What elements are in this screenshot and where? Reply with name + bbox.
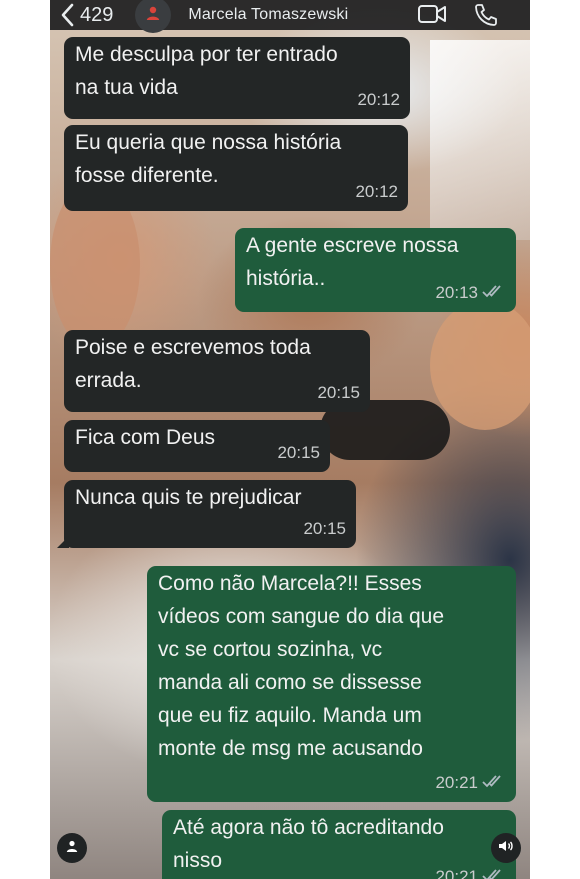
- message-time: 20:15: [317, 383, 360, 402]
- message-bubble-outgoing[interactable]: A gente escreve nossa história.. 20:13: [235, 228, 516, 312]
- chat-screen: 429 Marcela Tomaszewski Me desculpa por …: [50, 0, 530, 879]
- background-photo-highlight: [430, 40, 530, 240]
- avatar[interactable]: [135, 0, 172, 33]
- phone-call-icon[interactable]: [473, 3, 499, 32]
- message-time: 20:15: [303, 519, 346, 538]
- contact-name[interactable]: Marcela Tomaszewski: [188, 6, 348, 24]
- message-bubble-outgoing[interactable]: Até agora não tô acreditando nisso 20:21: [162, 810, 516, 879]
- profile-button[interactable]: [57, 833, 87, 863]
- person-icon: [145, 5, 161, 26]
- message-time: 20:15: [277, 443, 320, 462]
- message-bubble-incoming[interactable]: Me desculpa por ter entrado na tua vida …: [64, 37, 410, 119]
- video-call-icon[interactable]: [417, 3, 447, 30]
- message-time: 20:13: [435, 283, 478, 302]
- message-bubble-incoming[interactable]: Nunca quis te prejudicar 20:15: [57, 480, 356, 548]
- message-time: 20:21: [435, 773, 478, 792]
- message-text: Eu queria que nossa história fosse difer…: [75, 131, 342, 187]
- person-icon: [65, 839, 79, 858]
- message-bubble-incoming[interactable]: Eu queria que nossa história fosse difer…: [64, 125, 408, 211]
- message-bubble-outgoing[interactable]: Como não Marcela?!! Esses vídeos com san…: [147, 566, 516, 802]
- chevron-left-icon: [60, 3, 74, 27]
- message-bubble-incoming[interactable]: Poise e escrevemos toda errada. 20:15: [64, 330, 370, 412]
- double-check-read-icon: [478, 766, 506, 799]
- message-time: 20:12: [357, 90, 400, 109]
- back-button[interactable]: 429: [60, 3, 113, 27]
- message-text: Me desculpa por ter entrado na tua vida: [75, 43, 338, 99]
- message-time: 20:12: [355, 182, 398, 201]
- chat-header: 429 Marcela Tomaszewski: [50, 0, 530, 33]
- background-photo-shape: [430, 300, 530, 430]
- speaker-icon: [498, 839, 514, 858]
- audio-toggle-button[interactable]: [491, 833, 521, 863]
- message-text: Nunca quis te prejudicar: [75, 486, 302, 509]
- unread-count: 429: [80, 3, 114, 26]
- bubble-tail: [57, 536, 69, 548]
- message-bubble-incoming[interactable]: Fica com Deus 20:15: [64, 420, 330, 472]
- double-check-read-icon: [478, 860, 506, 879]
- double-check-read-icon: [478, 276, 506, 309]
- message-time: 20:21: [435, 867, 478, 879]
- message-text: Como não Marcela?!! Esses vídeos com san…: [158, 572, 445, 760]
